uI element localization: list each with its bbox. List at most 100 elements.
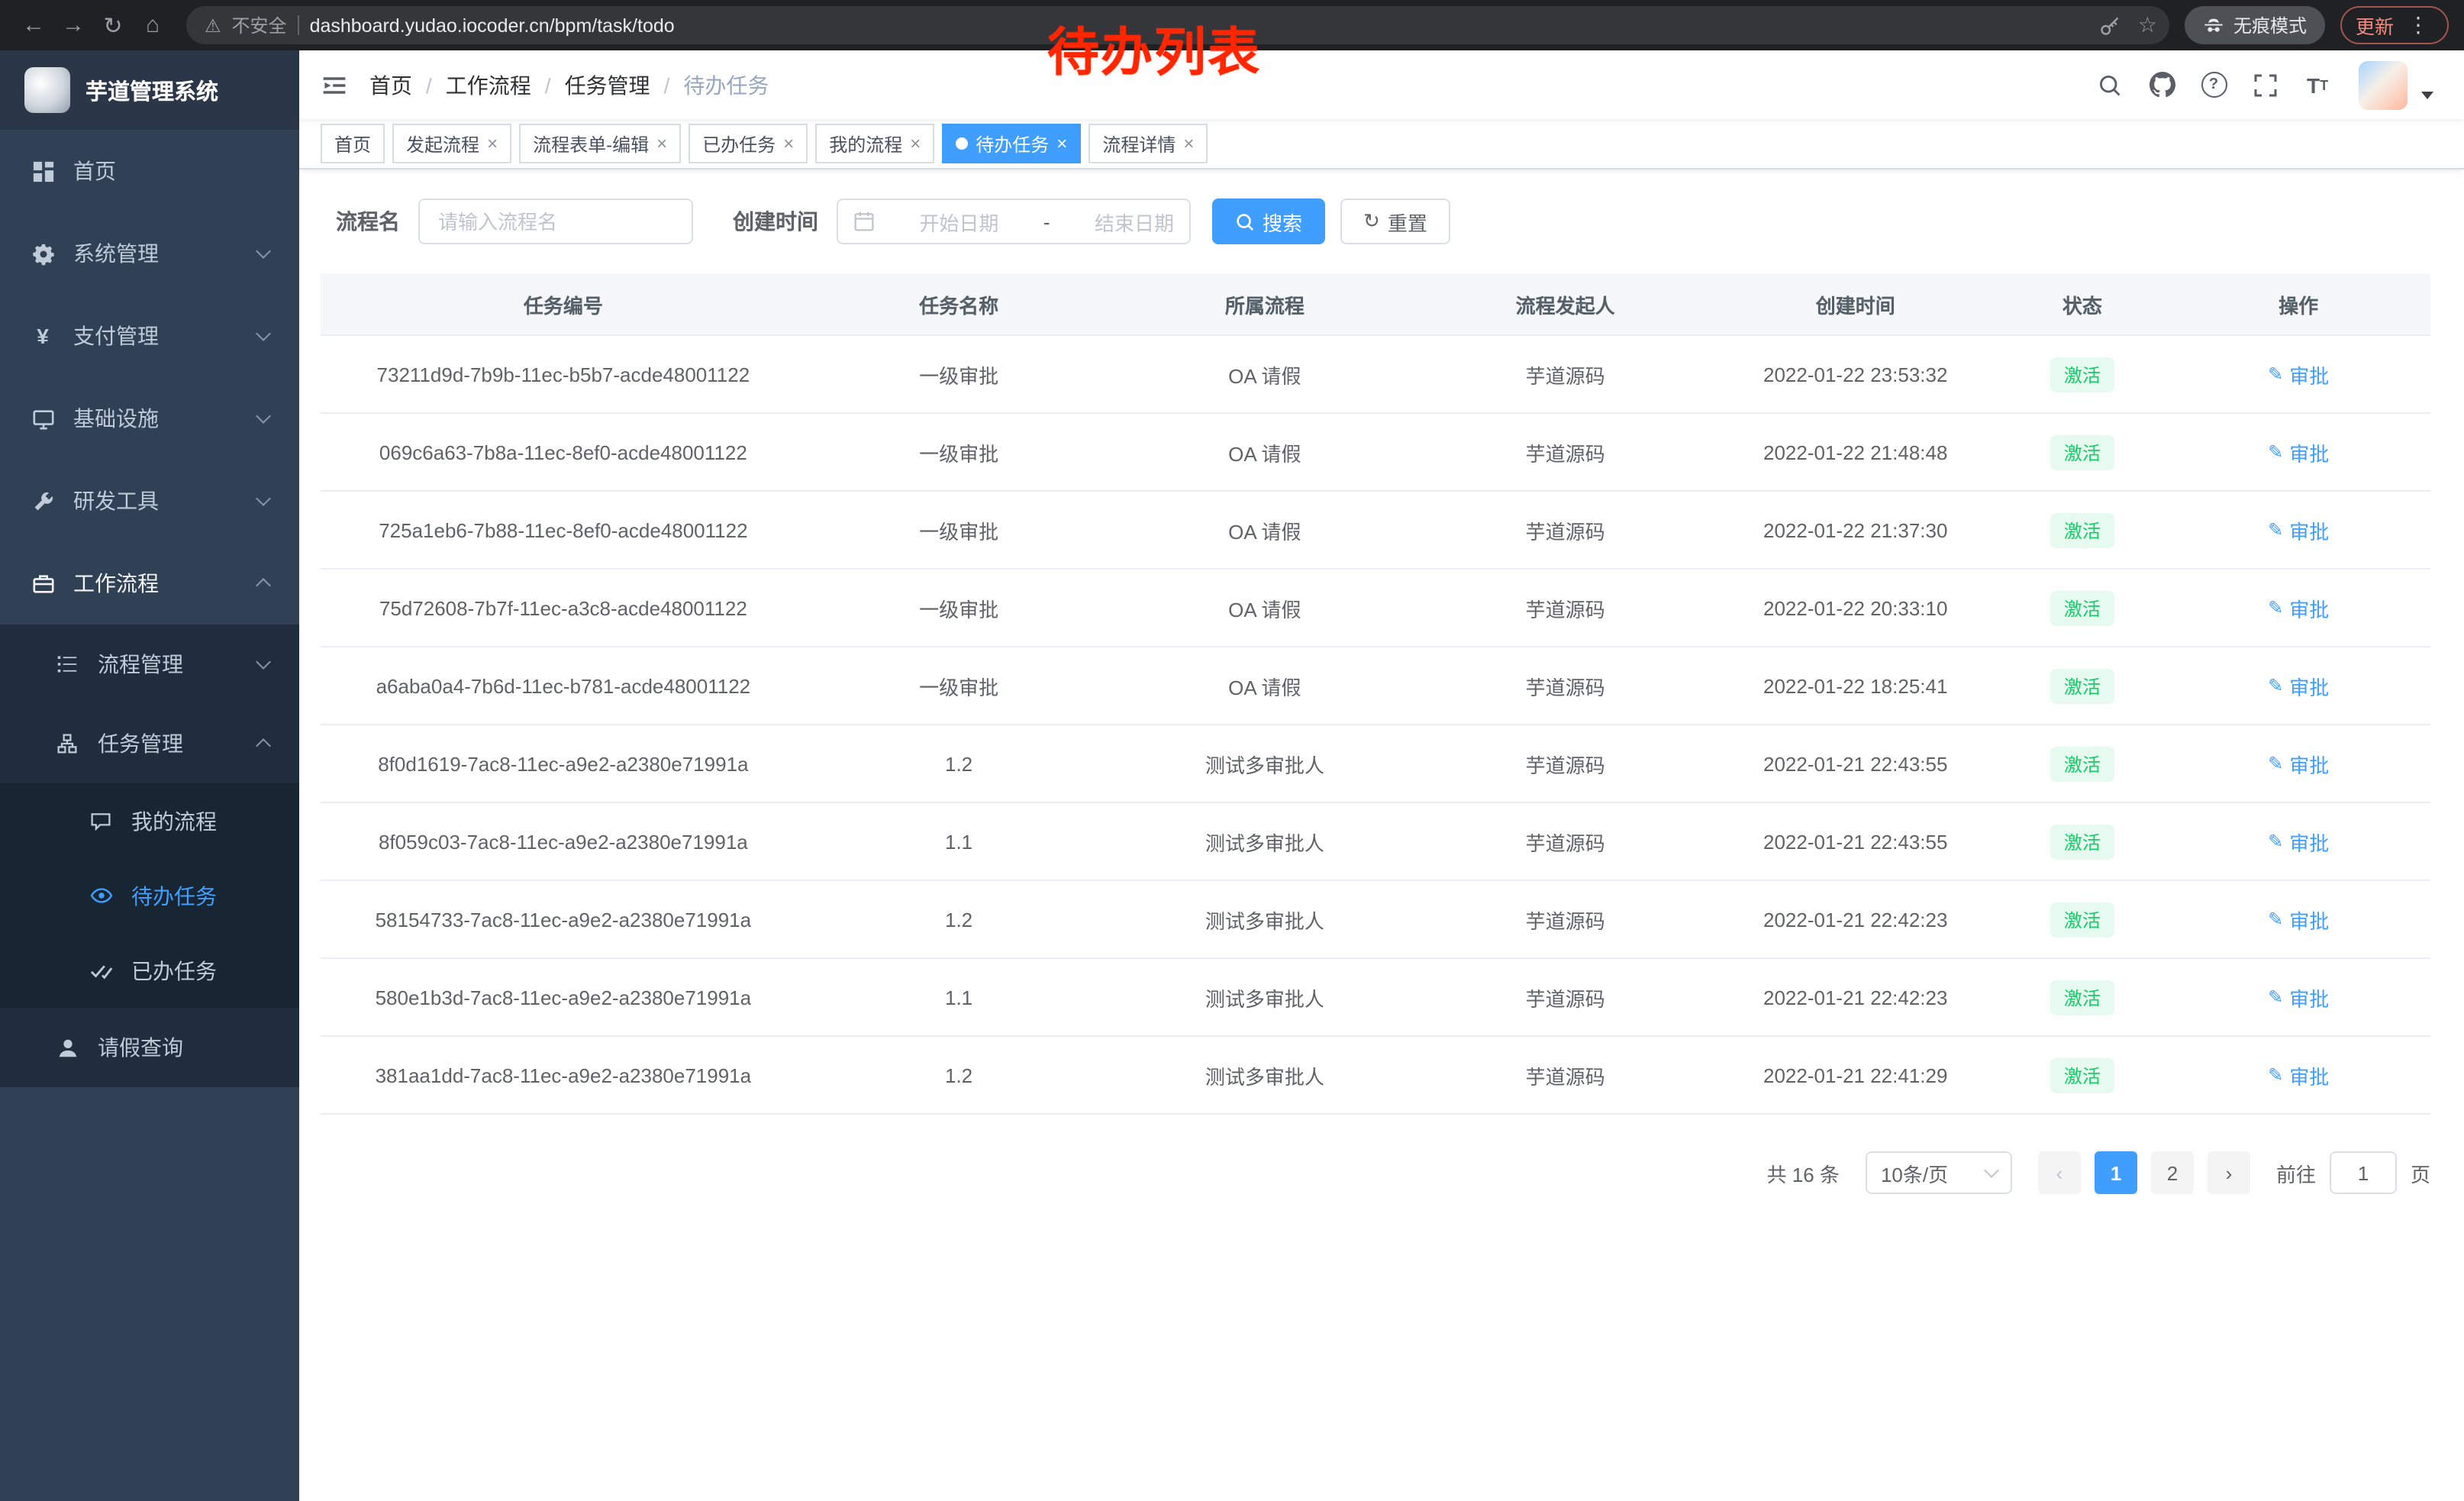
sidebar-item-label: 基础设施 xyxy=(73,403,159,434)
approve-link[interactable]: ✎审批 xyxy=(2268,593,2329,622)
eye-icon xyxy=(89,884,113,907)
security-label: 不安全 xyxy=(232,12,287,38)
sidebar-item-my-process[interactable]: 我的流程 xyxy=(0,783,299,858)
pagination: 共 16 条 10条/页 ‹ 1 2 › 前往 页 xyxy=(321,1151,2430,1194)
sidebar-item-label: 首页 xyxy=(73,156,116,186)
back-icon[interactable]: ← xyxy=(15,7,52,44)
browser-menu-icon[interactable]: ⋮ xyxy=(2403,12,2433,38)
key-icon[interactable] xyxy=(2092,7,2129,44)
breadcrumb-item-home[interactable]: 首页 xyxy=(369,69,412,100)
sidebar-item-label: 工作流程 xyxy=(73,568,159,599)
tab-start-process[interactable]: 发起流程× xyxy=(392,124,511,163)
sidebar-item-infra[interactable]: 基础设施 xyxy=(0,377,299,460)
sidebar-item-system[interactable]: 系统管理 xyxy=(0,212,299,295)
tab-done-tasks[interactable]: 已办任务× xyxy=(689,124,808,163)
cell-actions: ✎审批 xyxy=(2166,725,2430,802)
approve-link[interactable]: ✎审批 xyxy=(2268,515,2329,544)
font-size-icon[interactable]: TT xyxy=(2295,62,2340,108)
page-size-select[interactable]: 10条/页 xyxy=(1866,1151,2012,1194)
page-button-2[interactable]: 2 xyxy=(2151,1151,2194,1194)
cell-task-id: 069c6a63-7b8a-11ec-8ef0-acde48001122 xyxy=(321,413,806,491)
close-icon[interactable]: × xyxy=(656,134,667,153)
avatar-caret-icon[interactable] xyxy=(2421,92,2433,99)
reset-button[interactable]: ↻ 重置 xyxy=(1340,199,1450,244)
cell-process: OA 请假 xyxy=(1111,413,1417,491)
approve-link[interactable]: ✎审批 xyxy=(2268,1060,2329,1089)
sidebar-item-workflow[interactable]: 工作流程 xyxy=(0,542,299,625)
approve-link[interactable]: ✎审批 xyxy=(2268,437,2329,466)
cell-created: 2022-01-22 23:53:32 xyxy=(1713,335,1998,413)
github-icon[interactable] xyxy=(2139,62,2185,108)
cell-starter: 芋道源码 xyxy=(1417,958,1713,1036)
table-row: a6aba0a4-7b6d-11ec-b781-acde48001122 一级审… xyxy=(321,647,2430,725)
double-check-icon xyxy=(89,959,113,982)
content: 流程名 创建时间 开始日期 - 结束日期 搜索 ↻ xyxy=(299,169,2464,1501)
date-range-picker[interactable]: 开始日期 - 结束日期 xyxy=(837,199,1191,244)
tab-my-process[interactable]: 我的流程× xyxy=(815,124,934,163)
sidebar-item-process-mgmt[interactable]: 流程管理 xyxy=(0,625,299,704)
sidebar: 芋道管理系统 首页 系统管理 ¥ 支付管理 基础设施 xyxy=(0,50,299,1501)
sidebar-item-home[interactable]: 首页 xyxy=(0,130,299,212)
range-separator: - xyxy=(1043,210,1050,233)
hamburger-icon[interactable] xyxy=(299,50,369,119)
cell-process: 测试多审批人 xyxy=(1111,880,1417,958)
cell-actions: ✎审批 xyxy=(2166,335,2430,413)
bookmark-star-icon[interactable]: ☆ xyxy=(2138,12,2157,38)
cell-process: OA 请假 xyxy=(1111,647,1417,725)
sidebar-item-leave-query[interactable]: 请假查询 xyxy=(0,1008,299,1087)
process-name-input[interactable] xyxy=(418,199,693,244)
sidebar-item-task-mgmt[interactable]: 任务管理 xyxy=(0,704,299,783)
tab-process-detail[interactable]: 流程详情× xyxy=(1088,124,1208,163)
approve-link[interactable]: ✎审批 xyxy=(2268,905,2329,934)
help-icon[interactable]: ? xyxy=(2191,62,2237,108)
chevron-down-icon xyxy=(256,326,271,341)
fullscreen-icon[interactable] xyxy=(2243,62,2288,108)
reload-icon[interactable]: ↻ xyxy=(95,7,131,44)
url-text: dashboard.yudao.iocoder.cn/bpm/task/todo xyxy=(310,15,675,36)
cell-starter: 芋道源码 xyxy=(1417,569,1713,647)
status-badge: 激活 xyxy=(2050,902,2114,937)
sidebar-item-done-tasks[interactable]: 已办任务 xyxy=(0,933,299,1008)
page-button-1[interactable]: 1 xyxy=(2095,1151,2137,1194)
sidebar-item-payment[interactable]: ¥ 支付管理 xyxy=(0,295,299,377)
close-icon[interactable]: × xyxy=(783,134,794,153)
cell-starter: 芋道源码 xyxy=(1417,647,1713,725)
sidebar-item-devtools[interactable]: 研发工具 xyxy=(0,460,299,542)
cell-task-name: 一级审批 xyxy=(806,413,1112,491)
list-icon xyxy=(55,654,79,675)
goto-page-input[interactable] xyxy=(2330,1151,2397,1194)
close-icon[interactable]: × xyxy=(1056,134,1067,153)
table-row: 58154733-7ac8-11ec-a9e2-a2380e71991a 1.2… xyxy=(321,880,2430,958)
avatar[interactable] xyxy=(2359,60,2408,109)
home-icon[interactable]: ⌂ xyxy=(134,7,171,44)
update-button[interactable]: 更新 ⋮ xyxy=(2340,6,2449,44)
incognito-badge: 无痕模式 xyxy=(2185,6,2325,44)
tab-home[interactable]: 首页 xyxy=(321,124,385,163)
close-icon[interactable]: × xyxy=(910,134,921,153)
incognito-icon xyxy=(2203,15,2224,36)
approve-link[interactable]: ✎审批 xyxy=(2268,749,2329,778)
search-button[interactable]: 搜索 xyxy=(1212,199,1325,244)
sidebar-item-label: 待办任务 xyxy=(131,880,217,911)
approve-link[interactable]: ✎审批 xyxy=(2268,827,2329,856)
breadcrumb-item-task-mgmt[interactable]: 任务管理 xyxy=(565,69,650,100)
breadcrumb-item-workflow[interactable]: 工作流程 xyxy=(446,69,531,100)
prev-page-button[interactable]: ‹ xyxy=(2038,1151,2081,1194)
tab-todo-tasks[interactable]: 待办任务× xyxy=(942,124,1081,163)
sidebar-item-label: 请假查询 xyxy=(98,1032,183,1063)
close-icon[interactable]: × xyxy=(487,134,498,153)
approve-link[interactable]: ✎审批 xyxy=(2268,983,2329,1012)
search-icon[interactable] xyxy=(2087,62,2133,108)
next-page-button[interactable]: › xyxy=(2208,1151,2250,1194)
app-logo[interactable]: 芋道管理系统 xyxy=(0,50,299,130)
sidebar-item-todo-tasks[interactable]: 待办任务 xyxy=(0,858,299,933)
approve-link[interactable]: ✎审批 xyxy=(2268,360,2329,389)
yen-icon: ¥ xyxy=(31,324,55,348)
pen-icon: ✎ xyxy=(2268,986,2283,1008)
forward-icon[interactable]: → xyxy=(55,7,92,44)
chevron-up-icon xyxy=(256,738,271,754)
approve-link[interactable]: ✎审批 xyxy=(2268,671,2329,700)
tab-form-edit[interactable]: 流程表单-编辑× xyxy=(519,124,681,163)
flow-icon xyxy=(55,733,79,754)
close-icon[interactable]: × xyxy=(1183,134,1194,153)
